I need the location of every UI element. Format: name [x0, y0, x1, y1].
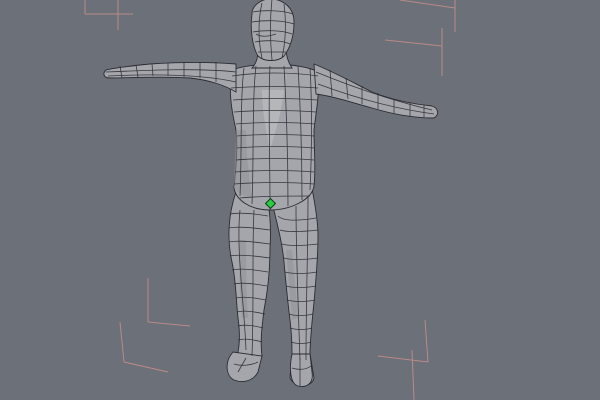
viewport-canvas[interactable] — [0, 0, 600, 400]
head — [250, 0, 295, 61]
3d-viewport[interactable] — [0, 0, 600, 400]
right-arm — [313, 63, 439, 119]
human-mesh[interactable] — [103, 0, 439, 387]
bbox-corner-top-left-back — [84, 0, 133, 30]
bbox-corner-top-right — [384, 0, 456, 76]
left-foot — [226, 351, 263, 383]
bbox-corner-bottom-right — [377, 319, 429, 400]
bbox-corner-bottom-left — [119, 278, 191, 373]
right-foot — [290, 353, 313, 387]
